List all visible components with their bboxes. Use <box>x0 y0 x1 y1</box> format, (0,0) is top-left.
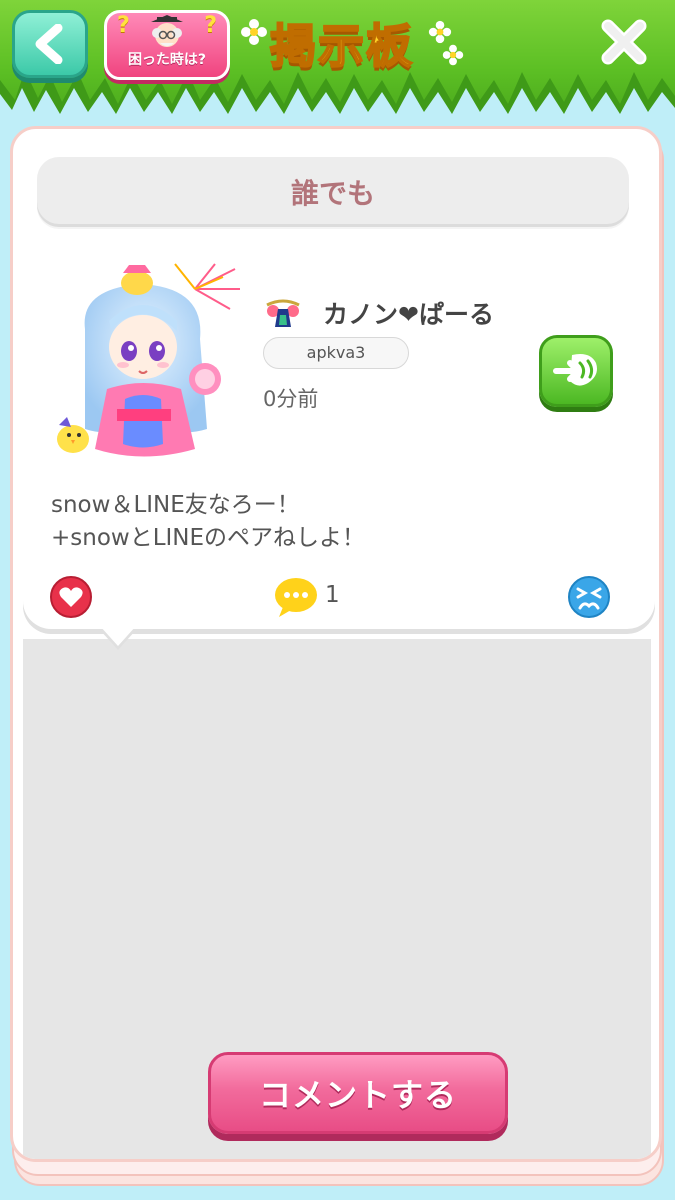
question-mark-icon: ? <box>204 13 217 38</box>
sad-face-icon[interactable] <box>567 575 611 619</box>
post-card: カノン❤ぱーる apkva3 0分前 snow＆LINE友なろー！ +snowと… <box>23 249 655 629</box>
post-body-line: +snowとLINEのペアねしよ！ <box>51 525 366 551</box>
avatar[interactable] <box>45 259 245 467</box>
help-label: 困った時は? <box>127 52 207 68</box>
post-body: snow＆LINE友なろー！ +snowとLINEのペアねしよ！ <box>51 489 631 555</box>
comment-count: 1 <box>325 582 340 608</box>
filter-selector[interactable]: 誰でも <box>37 157 629 227</box>
add-friend-button[interactable] <box>539 335 613 407</box>
flower-icon <box>442 44 464 66</box>
flower-icon <box>428 20 452 44</box>
post-body-line: snow＆LINE友なろー！ <box>51 492 300 518</box>
question-mark-icon: ? <box>117 13 130 38</box>
heart-icon[interactable] <box>49 575 93 619</box>
help-button[interactable]: ? ? 困った時は? <box>104 10 230 80</box>
filter-label: 誰でも <box>290 177 375 210</box>
header-bar: ? ? 困った時は? 掲示板 <box>0 0 675 118</box>
close-icon <box>601 19 647 65</box>
add-friend-icon <box>553 354 597 386</box>
comment-button-label: コメントする <box>258 1076 457 1114</box>
comment-icon[interactable] <box>273 575 319 619</box>
page-title: 掲示板 <box>269 18 414 74</box>
flower-icon <box>241 19 267 45</box>
user-id-badge: apkva3 <box>263 337 409 369</box>
chevron-left-icon <box>35 24 63 64</box>
close-button[interactable] <box>598 16 650 68</box>
professor-icon <box>151 15 183 47</box>
user-badge-icon <box>266 299 300 327</box>
post-timestamp: 0分前 <box>263 387 319 411</box>
comment-button[interactable]: コメントする <box>208 1052 508 1134</box>
back-button[interactable] <box>12 10 88 78</box>
user-name[interactable]: カノン❤ぱーる <box>323 295 494 331</box>
speech-bubble-tail <box>100 626 136 646</box>
